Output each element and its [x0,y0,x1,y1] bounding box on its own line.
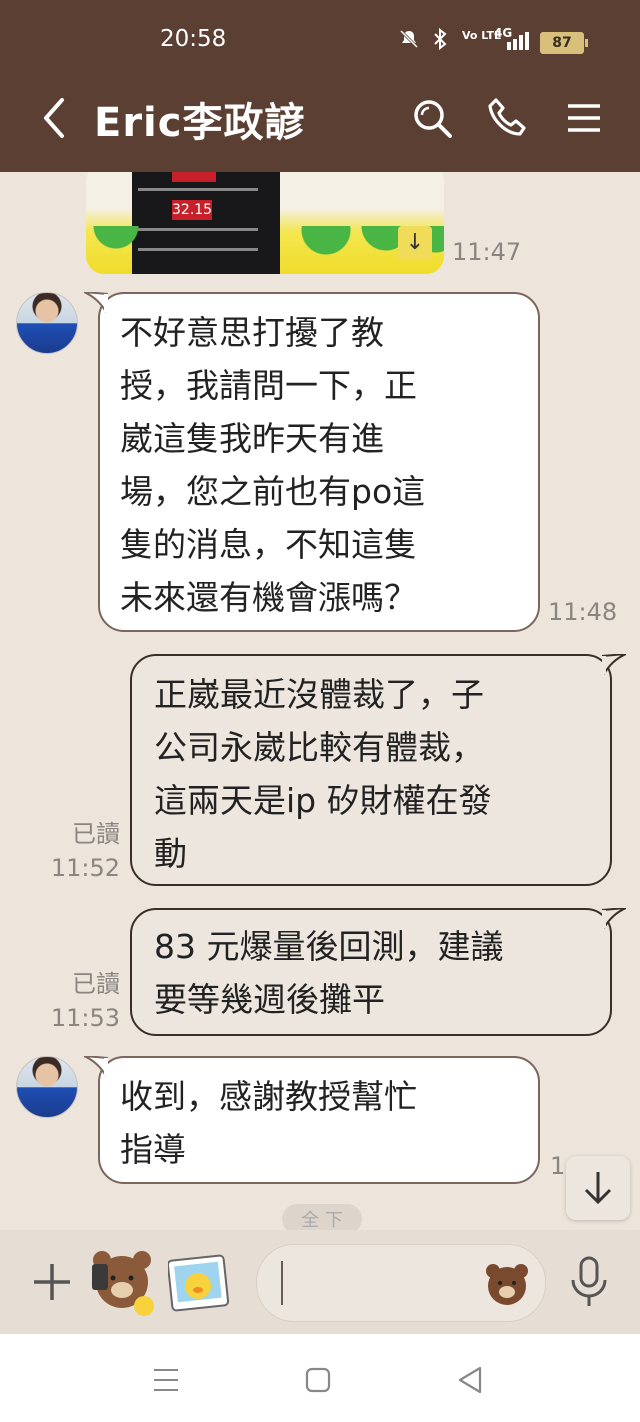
image-message[interactable]: 32.15 ↓ [86,172,444,274]
emoji-icon[interactable] [483,1259,531,1307]
back-nav-icon[interactable] [452,1362,488,1398]
download-icon[interactable]: ↓ [398,226,432,260]
status-bar: 20:58 Vo LTE 4G 87 [0,0,640,64]
message-text: 收到，感謝教授幫忙 指導 [120,1077,417,1169]
avatar[interactable] [16,292,78,354]
read-receipt: 已讀 [72,970,120,998]
home-icon[interactable] [300,1362,336,1398]
image-row-line [138,188,258,191]
message-bubble-sent[interactable]: 正崴最近沒體裁了，子 公司永崴比較有體裁， 這兩天是ip 矽財權在發 動 [130,654,626,886]
message-text: 正崴最近沒體裁了，子 公司永崴比較有體裁， 這兩天是ip 矽財權在發 動 [154,675,492,873]
sticker-icon[interactable] [88,1244,156,1318]
recent-apps-icon[interactable] [148,1362,184,1398]
bubble-tail [602,654,626,675]
avatar[interactable] [16,1056,78,1118]
scroll-to-bottom-button[interactable] [566,1156,630,1220]
system-nav-bar [0,1334,640,1422]
read-receipt: 已讀 [72,820,120,848]
menu-icon[interactable] [562,96,606,140]
status-time: 20:58 [160,26,227,52]
message-bubble[interactable]: 不好意思打擾了教 授，我請問一下，正 崴這隻我昨天有進 場，您之前也有po這 隻… [84,292,540,632]
call-icon[interactable] [486,96,530,140]
message-input[interactable] [256,1244,546,1322]
bubble-tail [602,908,626,929]
image-price-tag [172,172,216,182]
bluetooth-icon [432,27,448,55]
plus-icon[interactable] [30,1260,74,1304]
signal-icon [506,32,530,55]
microphone-icon[interactable] [566,1254,612,1310]
message-time: 11:48 [548,598,618,626]
input-bar [0,1230,640,1334]
message-time: 11:52 [50,854,120,882]
text-caret [281,1261,283,1305]
bubble-tail [84,1056,108,1077]
chat-title: Eric李政諺 [94,100,306,146]
message-text: 83 元爆量後回測，建議 要等幾週後攤平 [154,927,504,1019]
message-time: 11:53 [50,1004,120,1032]
message-time: 11:47 [452,238,522,266]
arrow-down-icon [584,1172,612,1205]
bubble-tail [84,292,108,313]
battery-indicator: 87 [540,32,588,54]
search-icon[interactable] [410,96,454,140]
chat-header: Eric李政諺 [0,64,640,172]
chat-area[interactable]: 32.15 ↓ 11:47 不好意思打擾了教 授，我請問一下，正 崴這隻我昨天有… [0,172,640,1230]
image-price-tag: 32.15 [172,200,213,220]
more-messages-pill[interactable]: 全 下 [282,1204,362,1230]
image-hills [86,226,444,274]
message-bubble[interactable]: 收到，感謝教授幫忙 指導 [84,1056,540,1184]
back-button[interactable] [34,90,74,146]
message-bubble-sent[interactable]: 83 元爆量後回測，建議 要等幾週後攤平 [130,908,626,1036]
mute-icon [398,28,420,55]
gallery-icon[interactable] [166,1252,230,1314]
message-text: 不好意思打擾了教 授，我請問一下，正 崴這隻我昨天有進 場，您之前也有po這 隻… [120,313,426,617]
